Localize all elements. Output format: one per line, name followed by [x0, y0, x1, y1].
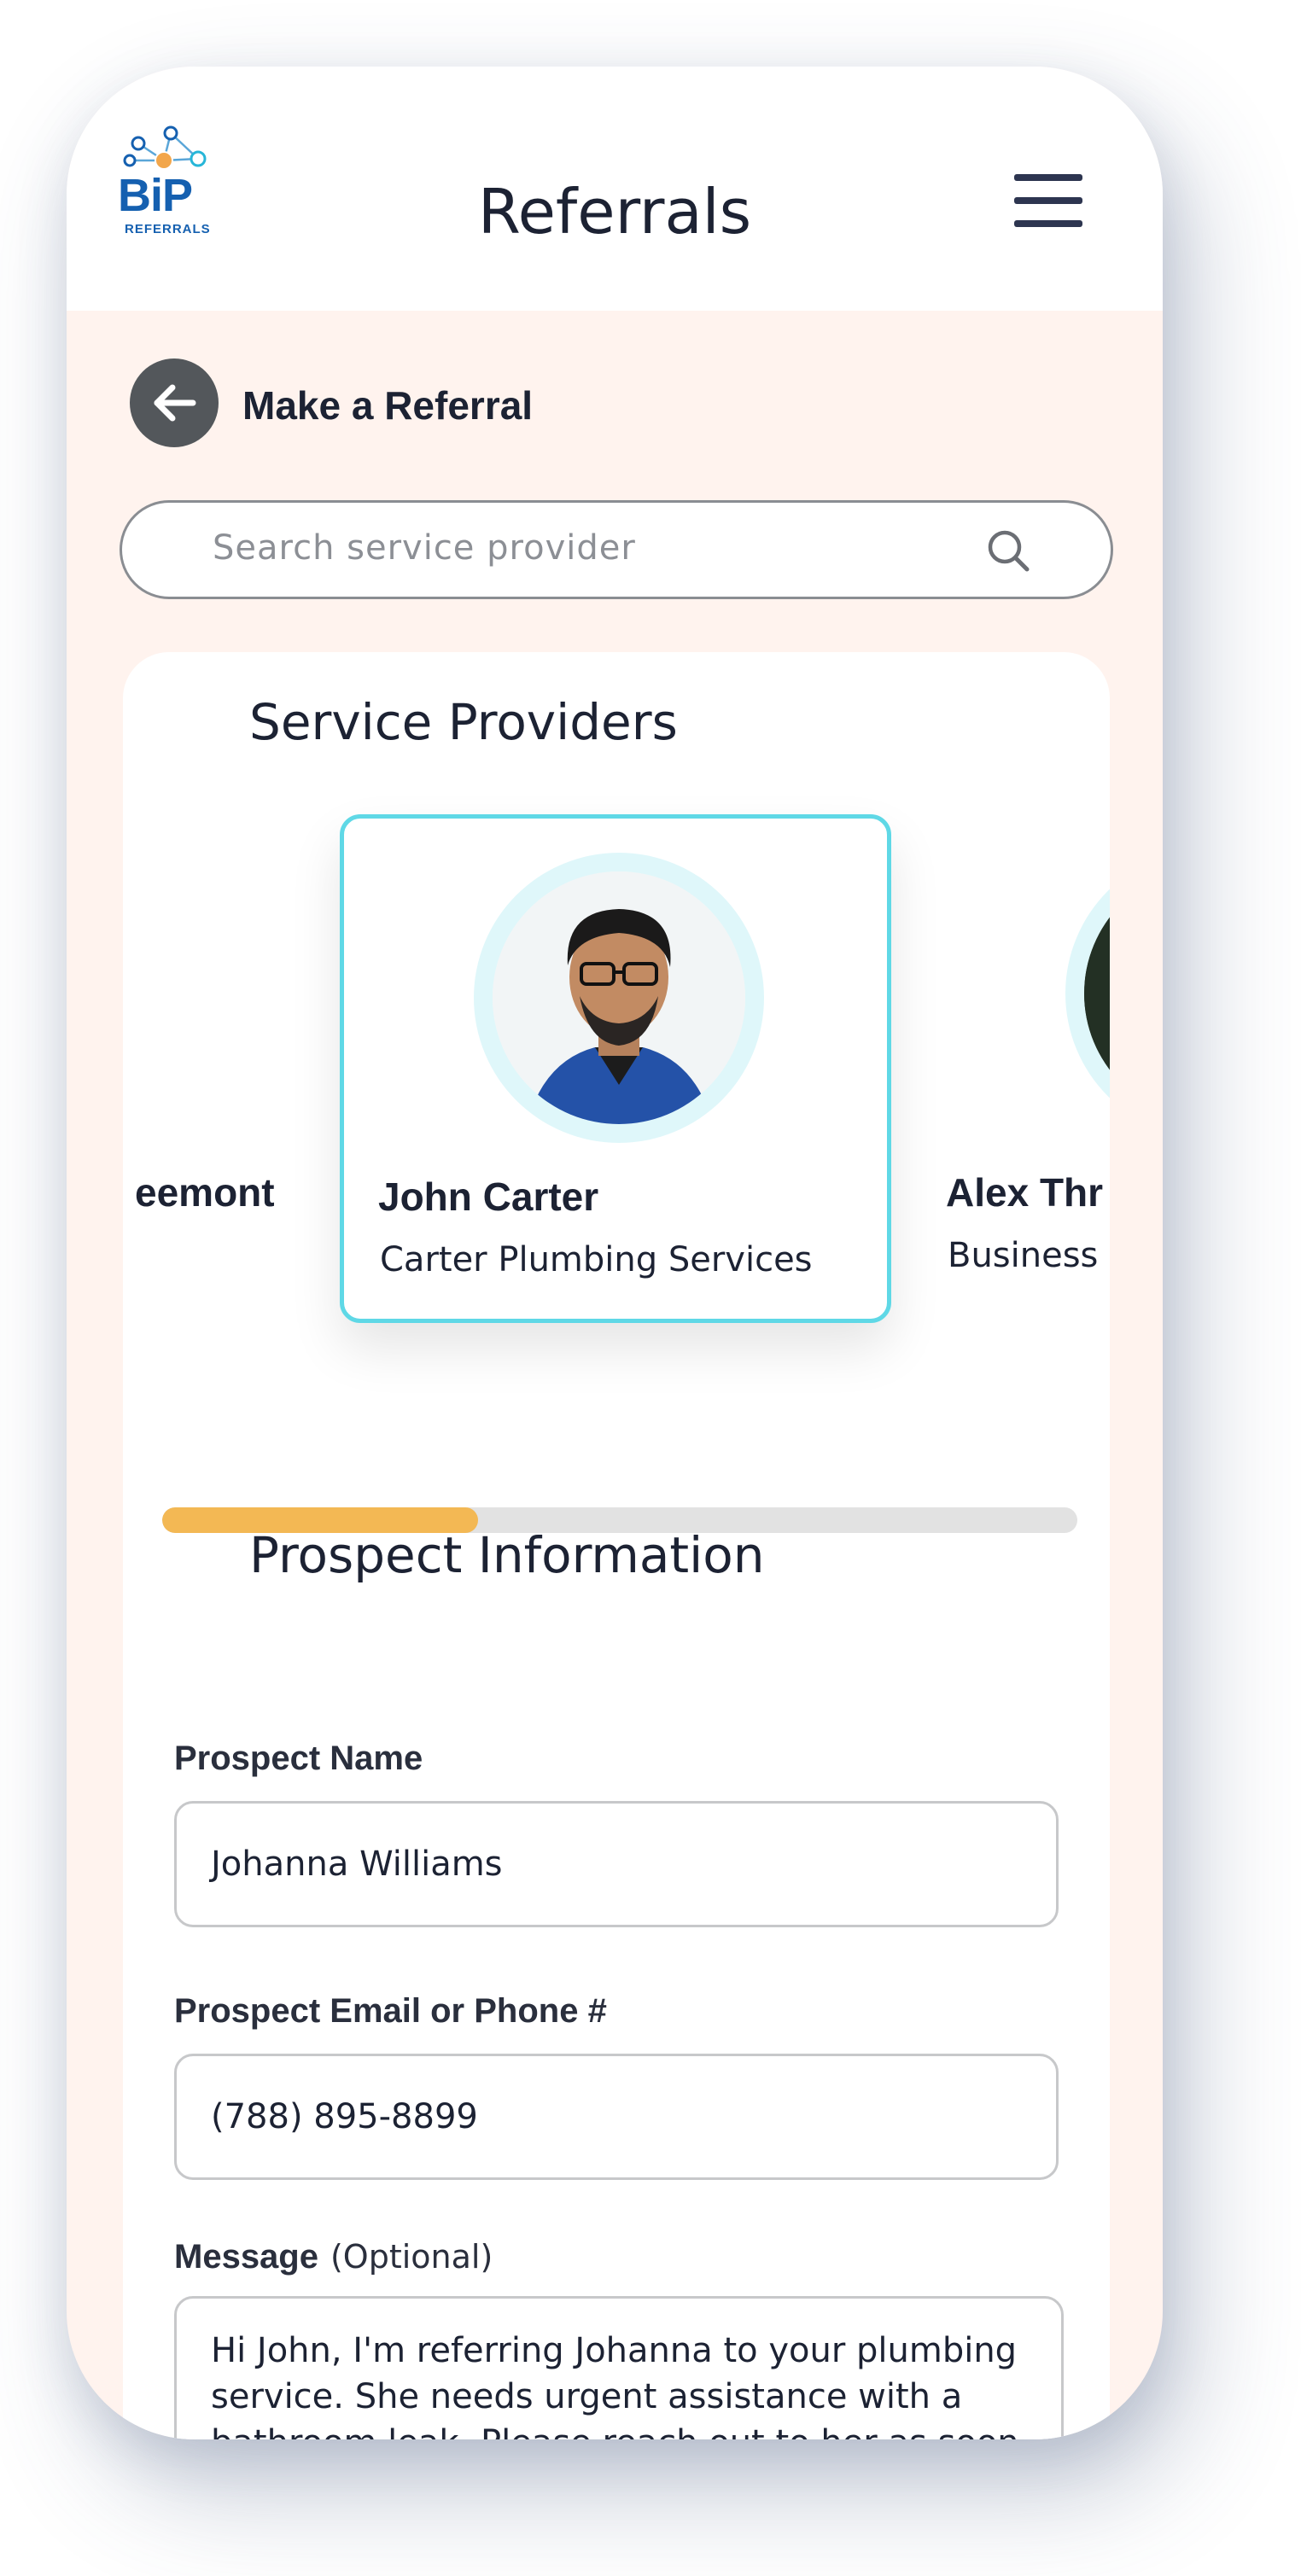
prospect-name-label: Prospect Name	[174, 1740, 423, 1777]
provider-card[interactable]: Alex Thr Business	[936, 814, 1110, 1323]
message-label: Message (Optional)	[174, 2238, 493, 2276]
prospect-name-field[interactable]: Johanna Williams	[174, 1801, 1059, 1927]
message-label-text: Message	[174, 2238, 318, 2276]
provider-business: Carter Plumbing Services	[380, 1240, 813, 1279]
prospect-contact-value[interactable]: (788) 895-8899	[211, 2097, 478, 2136]
hamburger-menu-icon	[1014, 220, 1082, 227]
search-input[interactable]: Search service provider	[213, 528, 636, 568]
service-provider-carousel[interactable]: eemont John Carter Carter Plumbing Servi…	[123, 814, 1110, 1378]
referral-form-card: Service Providers eemont John Carter Car…	[123, 652, 1110, 2439]
message-value[interactable]: Hi John, I'm referring Johanna to your p…	[211, 2328, 1030, 2439]
message-textarea[interactable]: Hi John, I'm referring Johanna to your p…	[174, 2296, 1064, 2439]
provider-avatar	[493, 871, 745, 1124]
phone-frame: BiP REFERRALS Referrals Make a Referral …	[67, 67, 1163, 2439]
provider-name: Alex Thr	[946, 1170, 1104, 1215]
top-app-bar: BiP REFERRALS Referrals	[67, 67, 1163, 311]
provider-card[interactable]: eemont	[123, 814, 275, 1323]
provider-business: Business	[948, 1236, 1099, 1275]
provider-card-selected[interactable]: John Carter Carter Plumbing Services	[340, 814, 891, 1323]
prospect-information-title: Prospect Information	[249, 1526, 765, 1584]
hamburger-menu-icon	[1014, 174, 1082, 181]
service-providers-title: Service Providers	[249, 693, 678, 751]
prospect-contact-label: Prospect Email or Phone #	[174, 1992, 607, 2030]
message-optional-text: (Optional)	[330, 2238, 493, 2276]
prospect-name-value[interactable]: Johanna Williams	[211, 1845, 503, 1884]
hamburger-menu-icon	[1014, 197, 1082, 204]
search-bar[interactable]: Search service provider	[120, 500, 1113, 599]
hamburger-menu-button[interactable]	[1014, 174, 1086, 234]
page: { "app": { "logo_text": "BiP", "logo_sub…	[0, 0, 1301, 2576]
back-button[interactable]	[130, 358, 219, 447]
arrow-left-icon	[154, 384, 196, 422]
back-label: Make a Referral	[242, 383, 534, 428]
search-icon[interactable]	[984, 527, 1032, 574]
page-title: Referrals	[477, 176, 752, 248]
avatar-image	[493, 871, 745, 1124]
prospect-contact-field[interactable]: (788) 895-8899	[174, 2054, 1059, 2180]
provider-name: eemont	[135, 1170, 275, 1215]
provider-name: John Carter	[378, 1174, 599, 1219]
